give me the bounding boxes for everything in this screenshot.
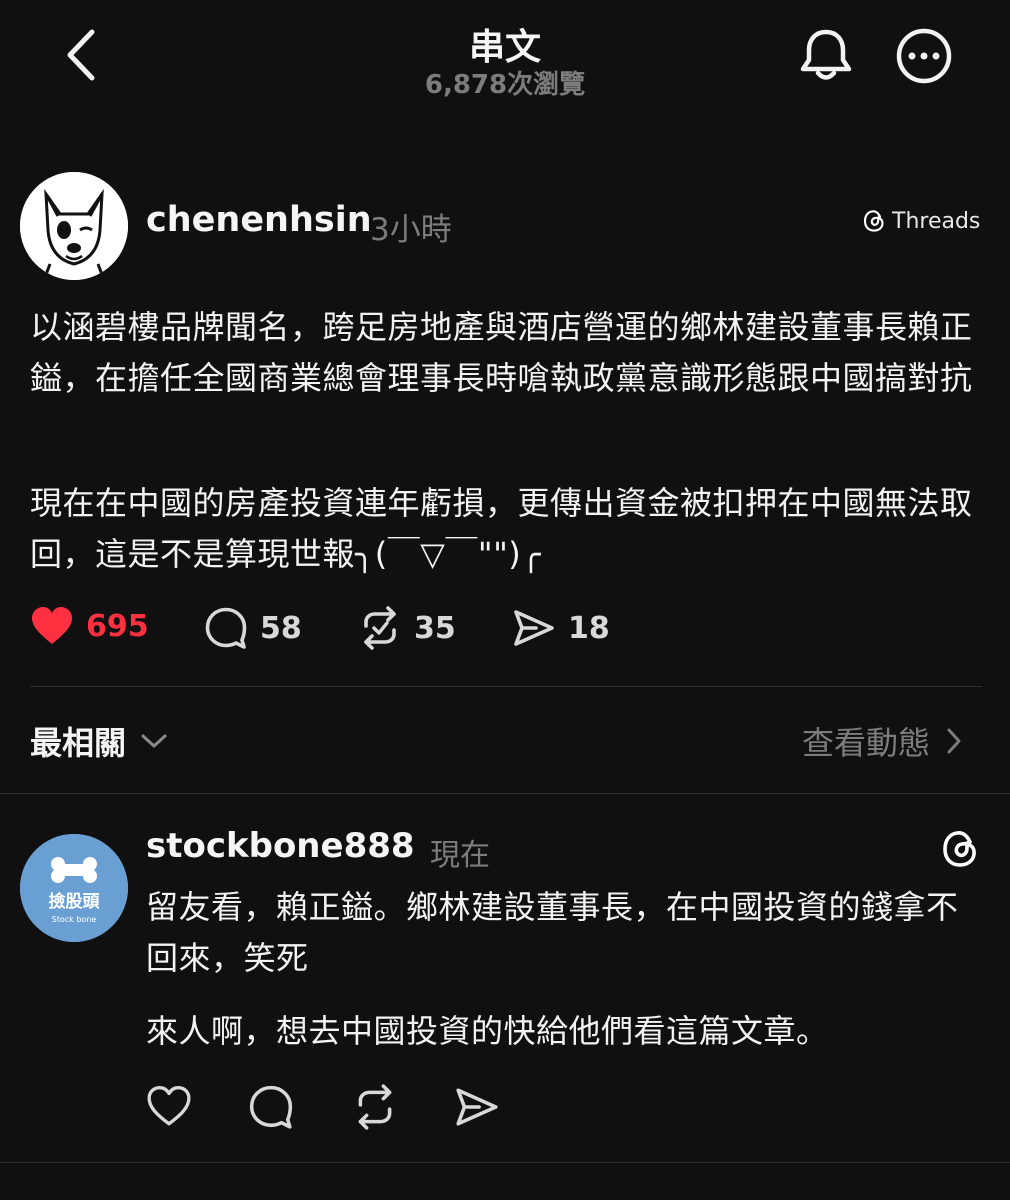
- avatar-brand-subtext: Stock bone: [52, 915, 97, 924]
- reply-timestamp: 現在: [430, 838, 490, 873]
- reply-text-paragraph: 留友看，賴正鎰。鄉林建設董事長，在中國投資的錢拿不回來，笑死: [146, 888, 959, 977]
- divider: [0, 1162, 1010, 1163]
- post-timestamp: 3小時: [370, 212, 452, 248]
- share-icon: [456, 1088, 498, 1126]
- comment-button[interactable]: 58: [204, 606, 302, 650]
- comment-icon: [205, 607, 247, 649]
- bell-icon: [800, 29, 852, 80]
- reply-like-button[interactable]: [146, 1084, 192, 1128]
- threads-link[interactable]: [940, 828, 980, 870]
- threads-badge-label: Threads: [892, 208, 981, 234]
- repost-icon: [364, 606, 396, 650]
- heart-icon: [32, 607, 72, 644]
- post-text-paragraph: 現在在中國的房產投資連年虧損，更傳出資金被扣押在中國無法取回，這是不是算現世報╮…: [30, 484, 973, 573]
- page-title: 串文: [468, 27, 541, 68]
- comment-count: 58: [260, 610, 302, 646]
- like-count: 695: [86, 608, 149, 644]
- reply-username[interactable]: stockbone888: [146, 826, 415, 866]
- reply-comment-button[interactable]: [248, 1084, 294, 1130]
- dog-avatar-image: [20, 172, 128, 280]
- comment-icon: [249, 1085, 293, 1129]
- view-activity-label: 查看動態: [802, 724, 931, 762]
- reply-repost-button[interactable]: [352, 1084, 398, 1130]
- more-icon: [896, 28, 952, 84]
- share-count: 18: [568, 610, 610, 646]
- bone-logo-avatar: 撿股頭 Stock bone: [20, 834, 128, 942]
- sort-dropdown[interactable]: 最相關: [30, 718, 168, 764]
- view-activity-link[interactable]: 查看動態: [802, 718, 962, 764]
- threads-badge[interactable]: Threads: [862, 208, 980, 234]
- heart-icon: [147, 1086, 191, 1126]
- author-avatar[interactable]: [20, 172, 128, 280]
- repost-button[interactable]: 35: [358, 606, 456, 650]
- reply-author-avatar[interactable]: 撿股頭 Stock bone: [20, 834, 128, 942]
- chevron-right-icon: [947, 728, 961, 754]
- reply-share-button[interactable]: [454, 1084, 500, 1130]
- author-username[interactable]: chenenhsin: [146, 200, 372, 240]
- share-icon: [514, 610, 554, 646]
- avatar-brand-text: 撿股頭: [49, 891, 101, 912]
- chevron-down-icon: [141, 734, 167, 748]
- view-count: 6,878次瀏覽: [424, 70, 586, 100]
- post-text-paragraph: 以涵碧樓品牌聞名，跨足房地產與酒店營運的鄉林建設董事長賴正鎰，在擔任全國商業總會…: [30, 308, 973, 397]
- share-button[interactable]: 18: [512, 606, 610, 650]
- threads-logo-icon: [863, 210, 884, 232]
- repost-count: 35: [414, 610, 456, 646]
- divider: [0, 793, 1010, 794]
- like-button[interactable]: 695: [30, 606, 149, 646]
- more-options-button[interactable]: [894, 26, 954, 86]
- divider: [30, 686, 982, 687]
- sort-label: 最相關: [30, 724, 127, 762]
- notification-button[interactable]: [798, 26, 854, 84]
- reply-text-paragraph: 來人啊，想去中國投資的快給他們看這篇文章。: [146, 1012, 829, 1050]
- threads-logo-icon: [943, 831, 976, 867]
- repost-icon: [358, 1084, 392, 1130]
